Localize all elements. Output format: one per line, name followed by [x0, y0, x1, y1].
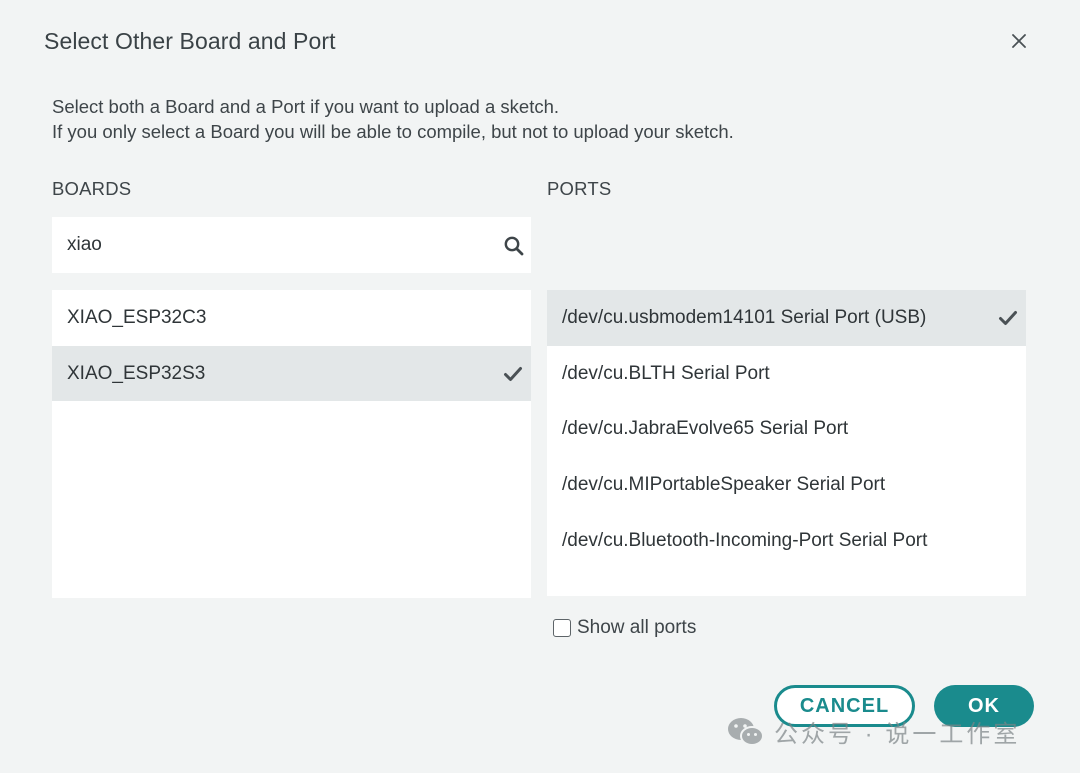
- show-all-ports-checkbox[interactable]: [553, 619, 571, 637]
- port-item-label: /dev/cu.usbmodem14101 Serial Port (USB): [562, 306, 927, 328]
- board-item-xiao-esp32c3[interactable]: XIAO_ESP32C3: [52, 290, 531, 346]
- description-line: Select both a Board and a Port if you wa…: [52, 96, 560, 117]
- checkmark-icon: [503, 364, 523, 384]
- wechat-icon: [728, 717, 764, 746]
- show-all-ports-toggle[interactable]: Show all ports: [553, 617, 696, 639]
- select-board-port-dialog: Select Other Board and Port Select both …: [0, 0, 1080, 773]
- port-item-label: /dev/cu.Bluetooth-Incoming-Port Serial P…: [562, 529, 928, 551]
- dialog-title: Select Other Board and Port: [44, 28, 336, 54]
- board-search: [52, 217, 531, 273]
- port-item-label: /dev/cu.MIPortableSpeaker Serial Port: [562, 473, 886, 495]
- ports-heading: PORTS: [547, 178, 612, 199]
- board-item-label: XIAO_ESP32C3: [67, 306, 207, 328]
- watermark-text: 公众号 · 说一工作室: [774, 721, 1021, 748]
- port-item-blth[interactable]: /dev/cu.BLTH Serial Port: [547, 346, 1026, 402]
- port-item-miportablespeaker[interactable]: /dev/cu.MIPortableSpeaker Serial Port: [547, 457, 1026, 513]
- boards-heading: BOARDS: [52, 178, 132, 199]
- watermark: 公众号 · 说一工作室: [726, 714, 1020, 749]
- search-icon[interactable]: [503, 235, 525, 257]
- show-all-ports-label: Show all ports: [577, 617, 697, 638]
- checkmark-icon: [998, 308, 1018, 328]
- port-item-bluetooth-incoming[interactable]: /dev/cu.Bluetooth-Incoming-Port Serial P…: [547, 513, 1026, 569]
- close-icon: [1012, 34, 1026, 48]
- board-item-label: XIAO_ESP32S3: [67, 362, 206, 384]
- board-search-input[interactable]: [52, 217, 492, 273]
- port-item-usbmodem14101[interactable]: /dev/cu.usbmodem14101 Serial Port (USB): [547, 290, 1026, 346]
- board-item-xiao-esp32s3[interactable]: XIAO_ESP32S3: [52, 345, 531, 402]
- ports-list: /dev/cu.usbmodem14101 Serial Port (USB) …: [547, 290, 1026, 596]
- description-line: If you only select a Board you will be a…: [52, 121, 734, 142]
- close-button[interactable]: [1006, 28, 1032, 54]
- boards-list: XIAO_ESP32C3 XIAO_ESP32S3: [52, 290, 531, 598]
- port-item-jabraevolve65[interactable]: /dev/cu.JabraEvolve65 Serial Port: [547, 401, 1026, 457]
- port-item-label: /dev/cu.BLTH Serial Port: [562, 362, 770, 384]
- dialog-description: Select both a Board and a Port if you wa…: [52, 94, 734, 144]
- port-item-label: /dev/cu.JabraEvolve65 Serial Port: [562, 418, 849, 440]
